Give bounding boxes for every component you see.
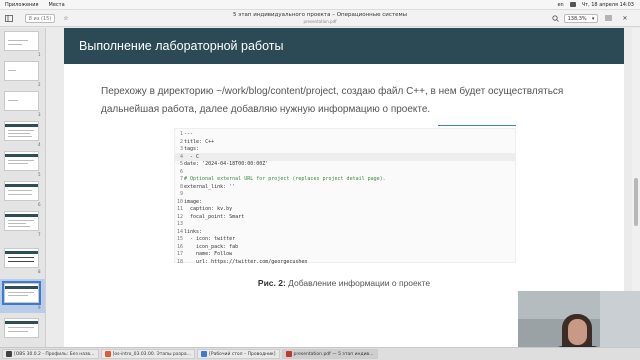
code-screenshot: 1--- 2title: C++ 3tags: 4 - C 5date: '20… — [174, 128, 516, 265]
thumbnail-number: 2 — [38, 82, 41, 87]
system-top-bar: Приложения Места en Чт, 18 апреля 14:03 — [0, 0, 640, 10]
pdf-icon — [285, 351, 292, 357]
code-line: 18 url: https://twitter.com/georgecushen — [176, 258, 308, 265]
keyboard-layout[interactable]: en — [557, 2, 563, 8]
search-icon[interactable] — [550, 13, 560, 23]
zoom-value: 138,3% — [567, 15, 587, 22]
document-filename: presentation.pdf — [303, 19, 337, 24]
slide-title: Выполнение лабораторной работы — [79, 39, 284, 53]
taskbar: [OBS 30.0.2 - Профиль: Без назв… [os-int… — [0, 347, 640, 360]
slide-paragraph: Перехожу в директорию ~/work/blog/conten… — [101, 86, 564, 115]
hamburger-menu-icon[interactable] — [603, 13, 613, 23]
thumbnail-page-4[interactable] — [4, 121, 39, 141]
taskbar-item-browser[interactable]: [os-intro_03.03.00. Этапы разра… — [100, 349, 196, 359]
thumbnail-number: 3 — [38, 112, 41, 117]
zoom-select[interactable]: 138,3% ▾ — [564, 14, 598, 23]
thumbnail-number: 9 — [38, 305, 41, 310]
scrollbar-thumb[interactable] — [634, 178, 638, 226]
thumbnail-number: 1 — [38, 52, 41, 57]
thumbnail-sidebar[interactable]: 1 2 3 4 5 6 7 8 9 — [0, 28, 46, 347]
thumbnail-page-7[interactable] — [4, 211, 39, 231]
thumbnail-page-5[interactable] — [4, 151, 39, 171]
thumbnail-page-6[interactable] — [4, 181, 39, 201]
viewer-header: 8 из (15) ☆ 5 этап индивидуального проек… — [0, 10, 640, 27]
text-selection-underline — [438, 125, 516, 126]
thumbnail-number: 8 — [38, 269, 41, 274]
thumbnail-number: 7 — [38, 232, 41, 237]
browser-icon — [104, 351, 111, 357]
caption-label: Рис. 2: — [257, 278, 286, 288]
clock[interactable]: Чт, 18 апреля 14:03 — [582, 2, 634, 8]
thumbnail-number: 4 — [38, 142, 41, 147]
obs-icon — [6, 351, 12, 357]
thumbnail-page-2[interactable] — [4, 61, 39, 81]
caption-text: Добавление информации о проекте — [285, 278, 431, 288]
places-menu[interactable]: Места — [44, 2, 70, 8]
thumbnail-page-3[interactable] — [4, 91, 39, 111]
thumbnail-number: 5 — [38, 172, 41, 177]
presenter-face — [568, 319, 587, 345]
thumbnail-page-10[interactable] — [4, 318, 39, 338]
taskbar-item-obs[interactable]: [OBS 30.0.2 - Профиль: Без назв… — [2, 349, 99, 359]
thumbnail-number: 6 — [38, 202, 41, 207]
chevron-down-icon: ▾ — [591, 15, 595, 22]
thumbnail-page-8[interactable] — [4, 248, 39, 268]
thumbnail-page-9-current[interactable] — [2, 281, 41, 305]
figure-caption: Рис. 2: Добавление информации о проекте — [64, 278, 624, 288]
folder-icon — [201, 351, 208, 357]
taskbar-item-file-manager[interactable]: [Рабочий стол – Проводник] — [197, 349, 280, 359]
network-icon[interactable] — [569, 2, 576, 7]
thumbnail-page-1[interactable] — [4, 31, 39, 51]
taskbar-item-pdf-viewer[interactable]: presentation.pdf — 5 этап индив… — [281, 349, 378, 359]
close-icon[interactable]: ✕ — [620, 13, 630, 23]
document-title: 5 этап индивидуального проекта – Операци… — [233, 12, 407, 18]
applications-menu[interactable]: Приложения — [0, 2, 44, 8]
